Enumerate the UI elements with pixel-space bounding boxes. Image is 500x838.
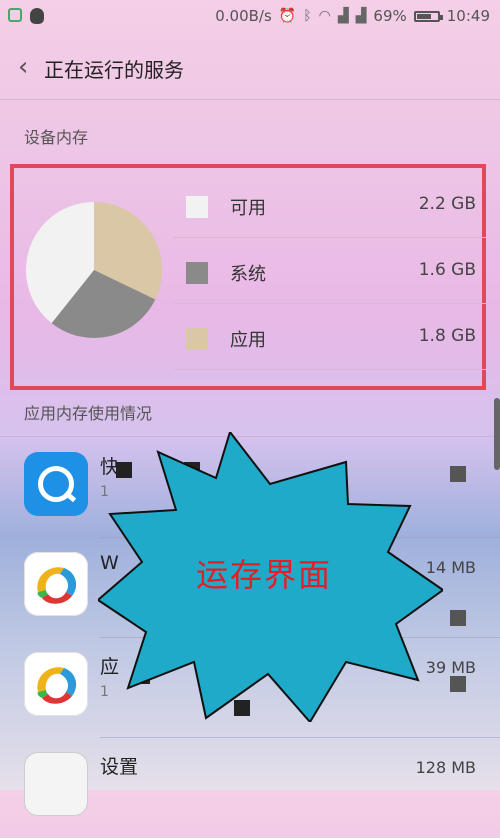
apps-label: 应用 bbox=[230, 330, 266, 351]
legend-row-available: 可用 2.2 GB bbox=[174, 172, 486, 238]
annotation-text: 运存界面 bbox=[196, 556, 333, 594]
app-memory-size: 128 MB bbox=[415, 758, 476, 777]
network-speed: 0.00B/s bbox=[215, 7, 272, 25]
battery-percent: 69% bbox=[373, 7, 407, 25]
signal-icon: ▟ bbox=[355, 8, 367, 24]
alarm-icon: ⏰ bbox=[278, 8, 297, 24]
app-name: 设置 bbox=[100, 756, 139, 778]
system-label: 系统 bbox=[230, 264, 266, 285]
legend-row-system: 系统 1.6 GB bbox=[174, 238, 486, 304]
system-swatch bbox=[186, 262, 208, 284]
system-value: 1.6 GB bbox=[418, 260, 476, 280]
app-memory-heading: 应用内存使用情况 bbox=[24, 404, 153, 423]
status-bar: 0.00B/s ⏰ ᛒ ◠ ▟ ▟ 69% 10:49 bbox=[0, 0, 500, 34]
qq-icon bbox=[30, 8, 44, 24]
device-memory-heading: 设备内存 bbox=[24, 128, 89, 147]
wifi-icon: ◠ bbox=[318, 8, 331, 24]
notification-icon bbox=[8, 8, 22, 22]
page-title: 正在运行的服务 bbox=[44, 58, 184, 82]
bluetooth-icon: ᛒ bbox=[303, 8, 312, 24]
apps-swatch bbox=[186, 328, 208, 350]
settings-app-icon bbox=[24, 752, 88, 816]
image-search-app-icon bbox=[24, 452, 88, 516]
back-arrow-icon[interactable]: ‹ bbox=[18, 54, 28, 80]
title-bar: ‹ 正在运行的服务 bbox=[0, 40, 500, 96]
divider bbox=[174, 369, 486, 370]
available-label: 可用 bbox=[230, 198, 266, 219]
colorful-s-app-icon bbox=[24, 552, 88, 616]
memory-pie-chart bbox=[25, 202, 162, 338]
battery-icon bbox=[413, 10, 443, 22]
apps-value: 1.8 GB bbox=[418, 326, 476, 346]
divider bbox=[0, 99, 500, 100]
available-value: 2.2 GB bbox=[418, 194, 476, 214]
legend-row-apps: 应用 1.8 GB bbox=[174, 304, 486, 370]
censor-block bbox=[450, 610, 466, 626]
signal-icon: ▟ bbox=[337, 8, 349, 24]
clock: 10:49 bbox=[446, 7, 490, 25]
colorful-s-app-icon bbox=[24, 652, 88, 716]
censor-block bbox=[450, 676, 466, 692]
censor-block bbox=[450, 466, 466, 482]
app-row[interactable]: 设置 128 MB bbox=[0, 738, 500, 838]
memory-card: 可用 2.2 GB 系统 1.6 GB 应用 1.8 GB bbox=[10, 164, 486, 390]
available-swatch bbox=[186, 196, 208, 218]
scrollbar[interactable] bbox=[494, 398, 500, 470]
